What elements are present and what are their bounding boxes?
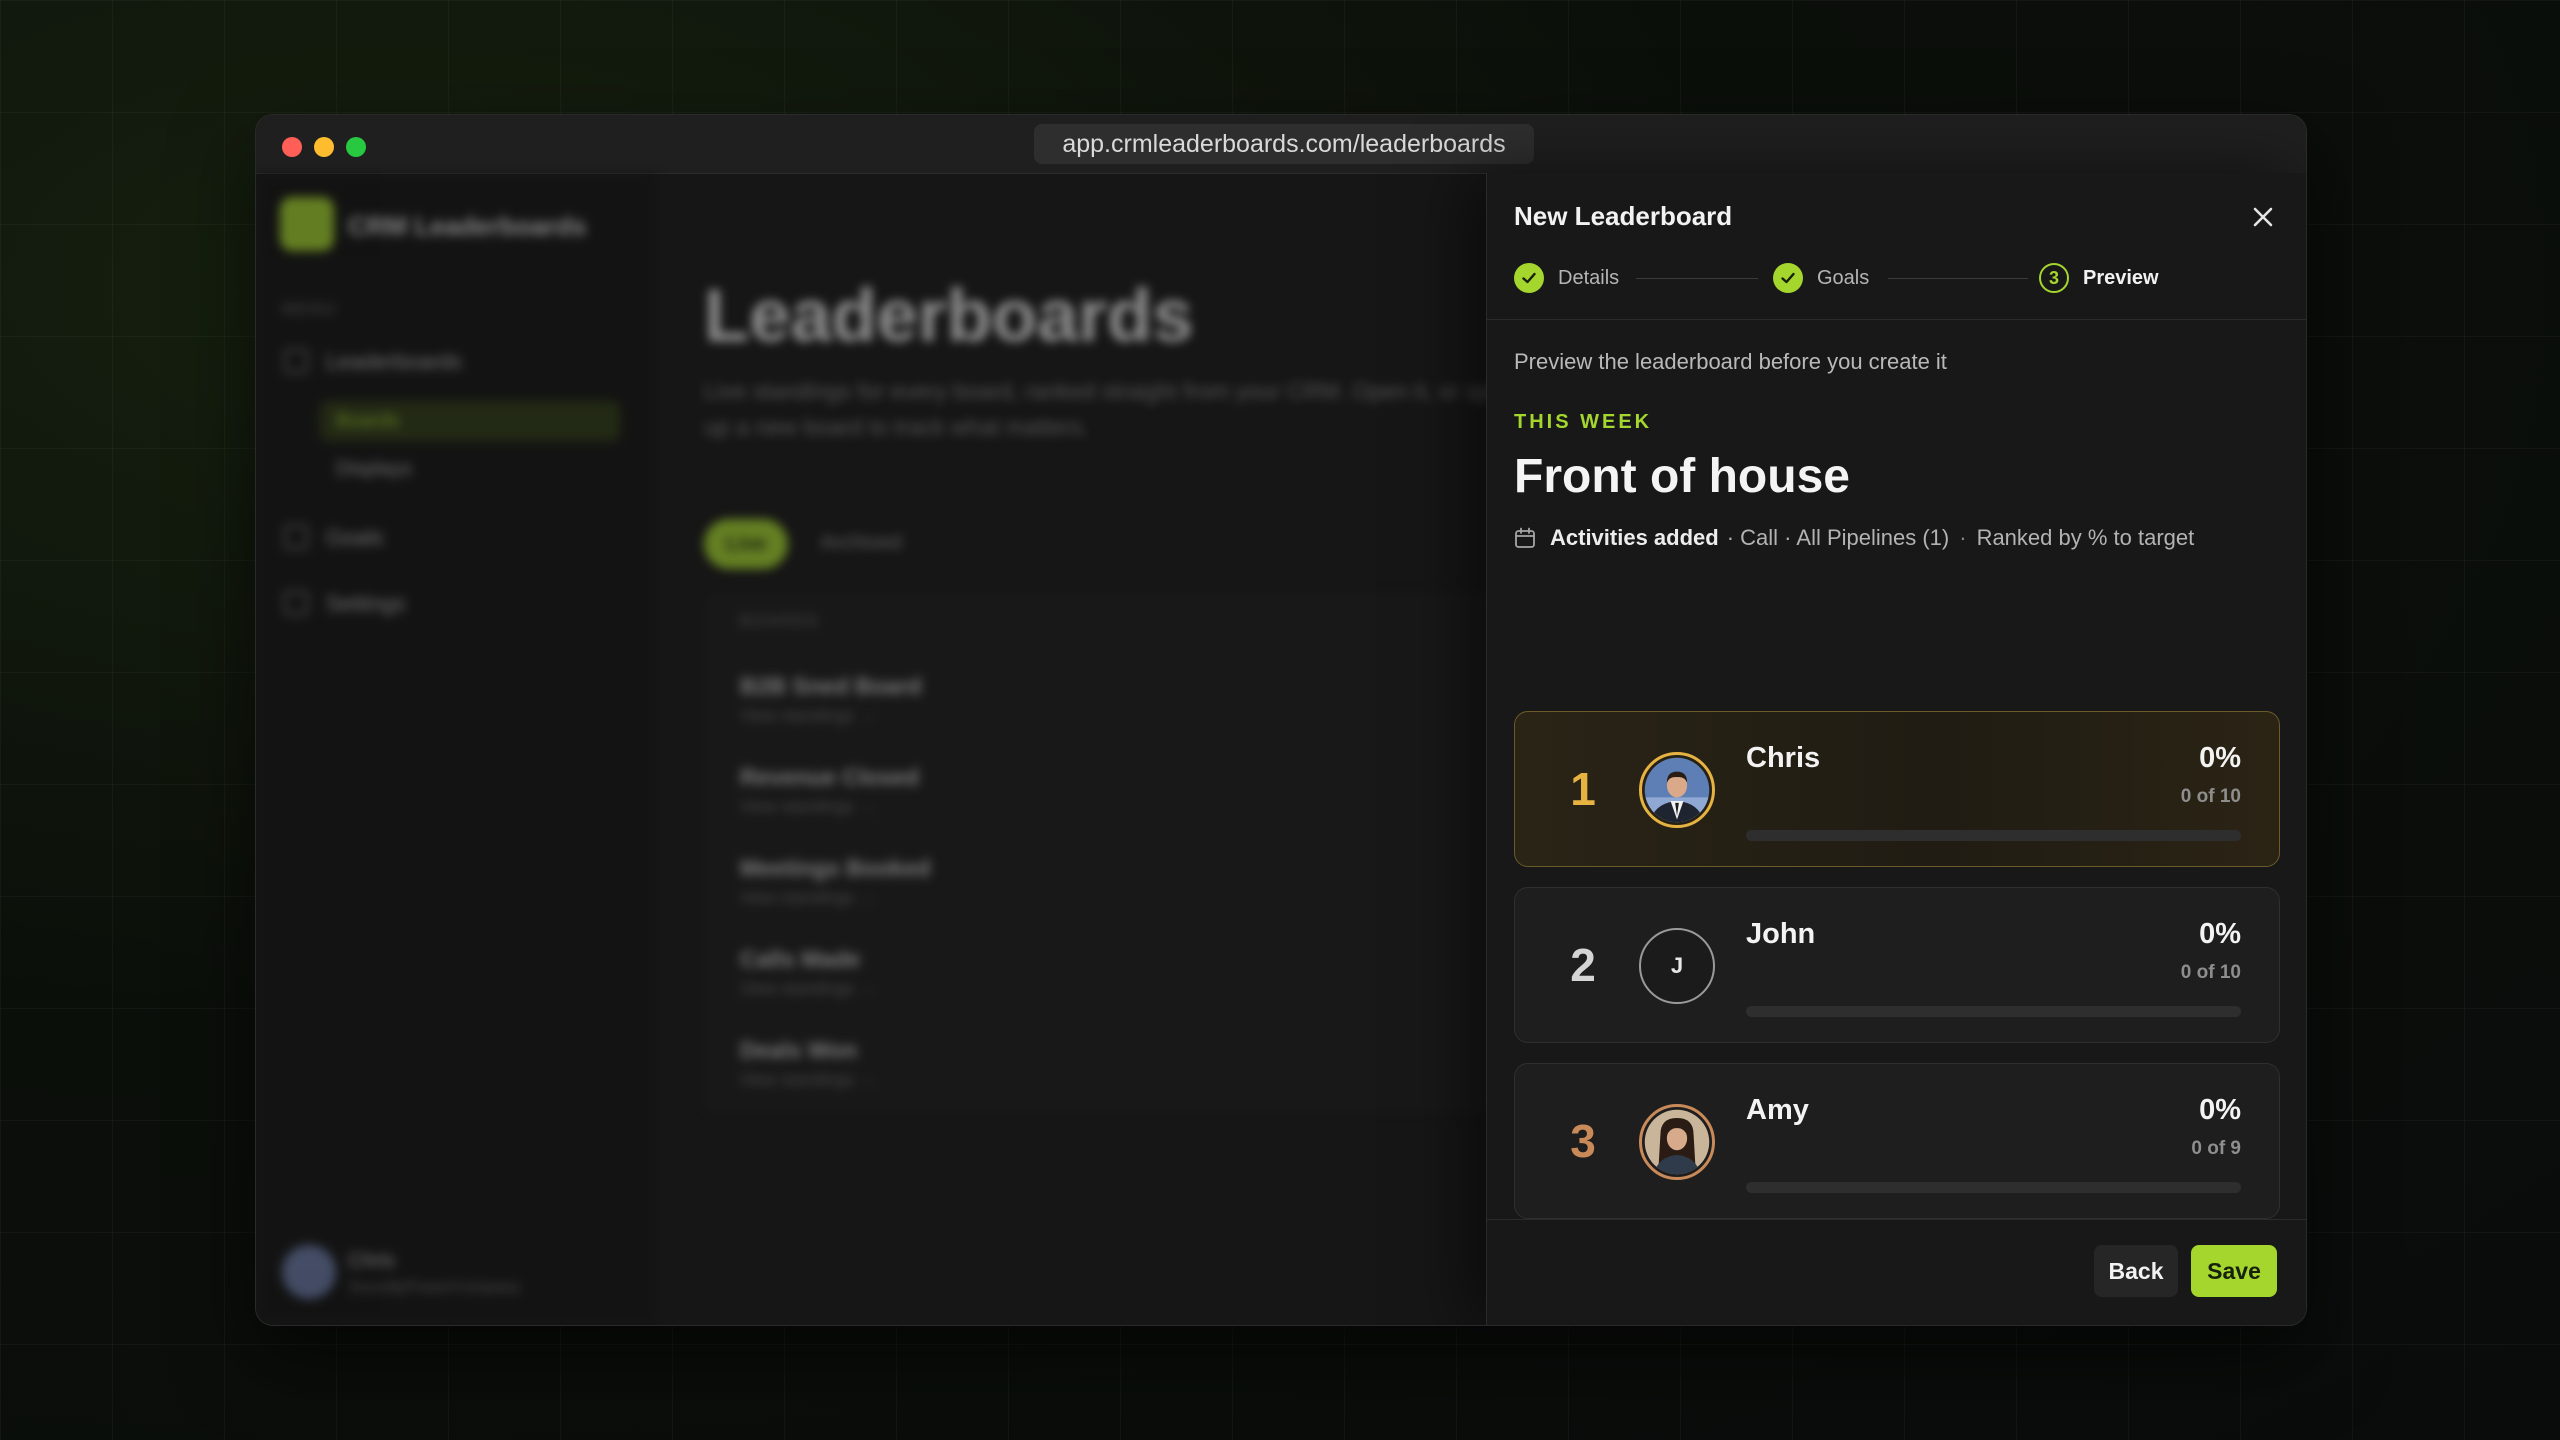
- save-button[interactable]: Save: [2191, 1245, 2277, 1297]
- progress-bar: [1746, 1182, 2241, 1193]
- avatar: J: [1639, 928, 1715, 1004]
- rank-number: 2: [1570, 939, 1596, 991]
- window-minimize-dot[interactable]: [314, 137, 334, 157]
- metric-filters: · Call · All Pipelines (1): [1726, 525, 1950, 550]
- rank-number: 3: [1570, 1115, 1596, 1167]
- step-details[interactable]: Details: [1514, 261, 1619, 295]
- entrant-name: Chris: [1746, 742, 1821, 774]
- brand-name: CRM Leaderboards: [348, 211, 587, 241]
- sidebar: CRM Leaderboards MENU Leaderboards Board…: [256, 173, 657, 1325]
- tab-archived[interactable]: Archived: [820, 531, 902, 555]
- view-standings-link[interactable]: View standings →: [740, 1070, 1440, 1090]
- new-leaderboard-panel: New Leaderboard Details Goals 3 Preview …: [1486, 173, 2306, 1325]
- window-maximize-dot[interactable]: [346, 137, 366, 157]
- step-number: 3: [2039, 263, 2069, 293]
- back-button[interactable]: Back: [2094, 1245, 2178, 1297]
- leaderboard-entry: 2 J John 0% 0 of 10: [1514, 887, 2280, 1043]
- brand-logo: [280, 197, 334, 251]
- leaderboard-entry: 1 Chris 0% 0 of 10: [1514, 711, 2280, 867]
- board-name: Meetings Booked: [740, 855, 931, 881]
- browser-titlebar: app.crmleaderboards.com/leaderboards: [256, 115, 2306, 174]
- page-title: Leaderboards: [704, 274, 1194, 357]
- divider: [1487, 319, 2306, 320]
- calendar-icon: [1515, 527, 1535, 548]
- target-percent: 0%: [2199, 1094, 2241, 1126]
- menu-caption: MENU: [282, 301, 338, 318]
- window-close-dot[interactable]: [282, 137, 302, 157]
- divider: [1487, 1219, 2306, 1220]
- avatar: [1639, 752, 1715, 828]
- view-standings-link[interactable]: View standings →: [740, 888, 1440, 908]
- user-company: SoundlyPowerCompany: [348, 1279, 520, 1296]
- avatar: [1639, 1104, 1715, 1180]
- table-row[interactable]: B2B Sned Board View standings →: [740, 673, 1440, 726]
- period-label: THIS WEEK: [1514, 411, 1653, 433]
- target-icon: [284, 525, 308, 549]
- progress-bar: [1746, 830, 2241, 841]
- sidebar-item-settings[interactable]: Settings: [326, 591, 406, 617]
- check-icon: [1773, 263, 1803, 293]
- boards-table: BOARDS B2B Sned Board View standings → R…: [704, 593, 1604, 1113]
- leaderboard-meta: Activities added · Call · All Pipelines …: [1514, 525, 2194, 551]
- entrant-name: Amy: [1746, 1094, 1809, 1126]
- table-row[interactable]: Deals Won View standings →: [740, 1037, 1440, 1090]
- sidebar-item-leaderboards[interactable]: Leaderboards: [326, 349, 462, 375]
- target-count: 0 of 9: [2191, 1138, 2241, 1159]
- user-name: Chris: [348, 1250, 395, 1272]
- rank-number: 1: [1570, 763, 1596, 815]
- step-label: Details: [1558, 266, 1620, 289]
- step-label: Preview: [2083, 266, 2159, 289]
- meta-separator: ·: [1959, 525, 1967, 550]
- ranking-method: Ranked by % to target: [1976, 525, 2195, 550]
- leaderboard-entry: 3 Amy 0% 0 of 9: [1514, 1063, 2280, 1219]
- step-connector: [1636, 278, 1758, 279]
- target-percent: 0%: [2199, 742, 2241, 774]
- leaderboard-title: Front of house: [1514, 450, 1850, 503]
- target-count: 0 of 10: [2180, 786, 2241, 807]
- view-standings-link[interactable]: View standings →: [740, 797, 1440, 817]
- panel-title: New Leaderboard: [1514, 201, 1733, 231]
- view-standings-link[interactable]: View standings →: [740, 706, 1440, 726]
- progress-bar: [1746, 1006, 2241, 1017]
- address-bar[interactable]: app.crmleaderboards.com/leaderboards: [1034, 124, 1534, 164]
- table-row[interactable]: Calls Made View standings →: [740, 946, 1440, 999]
- sidebar-subitem-displays[interactable]: Displays: [320, 449, 620, 489]
- tab-live[interactable]: Live: [704, 519, 788, 569]
- step-preview[interactable]: 3 Preview: [2039, 261, 2159, 295]
- step-goals[interactable]: Goals: [1773, 261, 1869, 295]
- stepper: Details Goals 3 Preview: [1514, 261, 2280, 295]
- preview-description: Preview the leaderboard before you creat…: [1514, 349, 1947, 374]
- table-row[interactable]: Meetings Booked View standings →: [740, 855, 1440, 908]
- sidebar-subitem-boards[interactable]: Boards: [320, 401, 620, 441]
- step-label: Goals: [1817, 266, 1870, 289]
- board-name: B2B Sned Board: [740, 673, 922, 699]
- metric-name: Activities added: [1550, 525, 1719, 550]
- browser-window: app.crmleaderboards.com/leaderboards CRM…: [255, 114, 2307, 1326]
- target-percent: 0%: [2199, 918, 2241, 950]
- close-icon: [2253, 207, 2273, 227]
- board-name: Deals Won: [740, 1037, 858, 1063]
- target-count: 0 of 10: [2180, 962, 2241, 983]
- view-standings-link[interactable]: View standings →: [740, 979, 1440, 999]
- sidebar-item-goals[interactable]: Goals: [326, 525, 383, 551]
- close-button[interactable]: [2245, 199, 2281, 235]
- board-name: Revenue Closed: [740, 764, 919, 790]
- page-description: Live standings for every board, ranked s…: [704, 378, 1509, 440]
- entrant-name: John: [1746, 918, 1816, 950]
- check-icon: [1514, 263, 1544, 293]
- board-name: Calls Made: [740, 946, 861, 972]
- gear-icon: [284, 591, 308, 615]
- step-connector: [1888, 278, 2028, 279]
- avatar[interactable]: [282, 1245, 336, 1299]
- table-header: BOARDS: [740, 613, 820, 630]
- trophy-icon: [284, 349, 308, 373]
- table-row[interactable]: Revenue Closed View standings →: [740, 764, 1440, 817]
